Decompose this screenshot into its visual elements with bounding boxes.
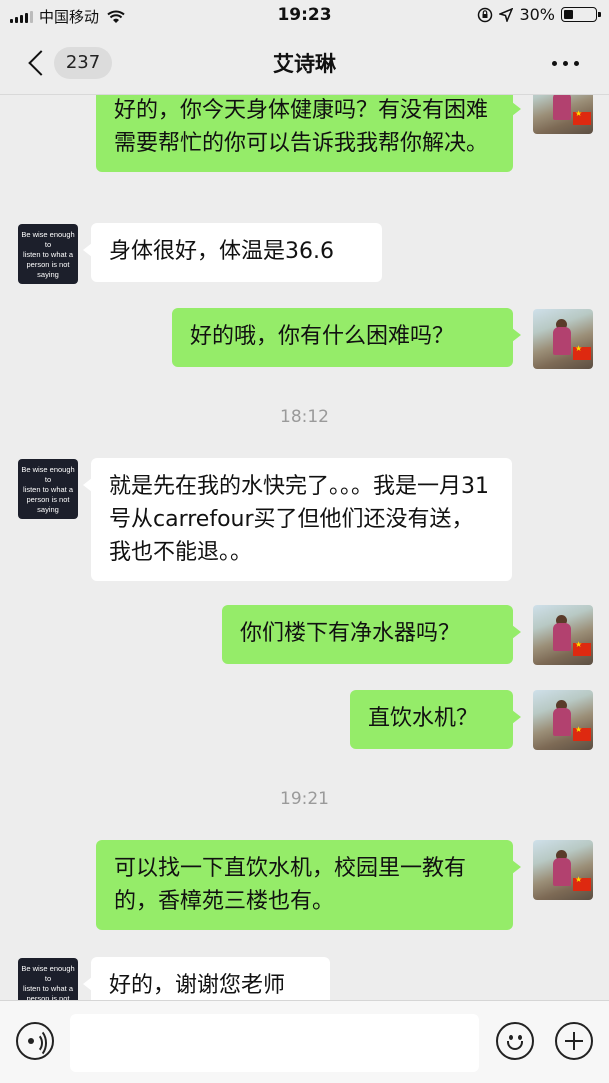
avatar-text: person is not <box>26 260 70 269</box>
input-bar <box>0 1000 609 1083</box>
my-avatar[interactable] <box>533 605 593 665</box>
battery-icon <box>561 7 601 22</box>
contact-avatar[interactable]: Be wise enough to listen to what a perso… <box>18 958 78 1000</box>
contact-avatar[interactable]: Be wise enough to listen to what a perso… <box>18 459 78 519</box>
message-input[interactable] <box>70 1014 479 1072</box>
avatar-text: Be wise enough to <box>21 230 75 249</box>
contact-avatar[interactable]: Be wise enough to listen to what a perso… <box>18 224 78 284</box>
message-bubble-sent[interactable]: 你们楼下有净水器吗？ <box>222 605 521 664</box>
my-avatar[interactable] <box>533 840 593 900</box>
avatar-text: Be wise enough to <box>21 964 75 983</box>
timestamp: 18:12 <box>280 407 329 427</box>
message-bubble-received[interactable]: 就是先在我的水快完了。。。我是一月31号从carrefour买了但他们还没有送，… <box>83 458 512 581</box>
message-bubble-received[interactable]: 好的，谢谢您老师 <box>83 957 330 1000</box>
avatar-text: listen to what a <box>22 485 74 494</box>
chat-area[interactable]: 好的，你今天身体健康吗？有没有困难需要帮忙的你可以告诉我我帮你解决。 Be wi… <box>0 0 609 1000</box>
emoji-icon[interactable] <box>496 1022 534 1060</box>
avatar-text: saying <box>37 505 59 514</box>
chat-title: 艾诗琳 <box>273 52 336 76</box>
nav-bar: 237 艾诗琳 <box>0 32 609 95</box>
avatar-text: saying <box>37 270 59 279</box>
message-bubble-sent[interactable]: 好的，你今天身体健康吗？有没有困难需要帮忙的你可以告诉我我帮你解决。 <box>96 82 521 172</box>
message-bubble-sent[interactable]: 可以找一下直饮水机，校园里一教有的，香樟苑三楼也有。 <box>96 840 521 930</box>
avatar-text: Be wise enough to <box>21 465 75 484</box>
status-bar: 中国移动 19:23 30% <box>0 0 609 32</box>
location-icon <box>499 7 514 22</box>
message-bubble-sent[interactable]: 好的哦，你有什么困难吗？ <box>172 308 521 367</box>
plus-icon[interactable] <box>555 1022 593 1060</box>
avatar-text: person is not <box>26 495 70 504</box>
timestamp: 19:21 <box>280 789 329 809</box>
message-bubble-received[interactable]: 身体很好，体温是36.6 <box>83 223 382 282</box>
orientation-lock-icon <box>478 7 493 22</box>
battery-percent: 30% <box>519 5 555 24</box>
avatar-text: listen to what a <box>22 984 74 993</box>
avatar-text: listen to what a <box>22 250 74 259</box>
voice-icon[interactable] <box>16 1022 54 1060</box>
my-avatar[interactable] <box>533 690 593 750</box>
my-avatar[interactable] <box>533 309 593 369</box>
more-dots-icon[interactable] <box>552 61 579 66</box>
message-bubble-sent[interactable]: 直饮水机？ <box>350 690 521 749</box>
